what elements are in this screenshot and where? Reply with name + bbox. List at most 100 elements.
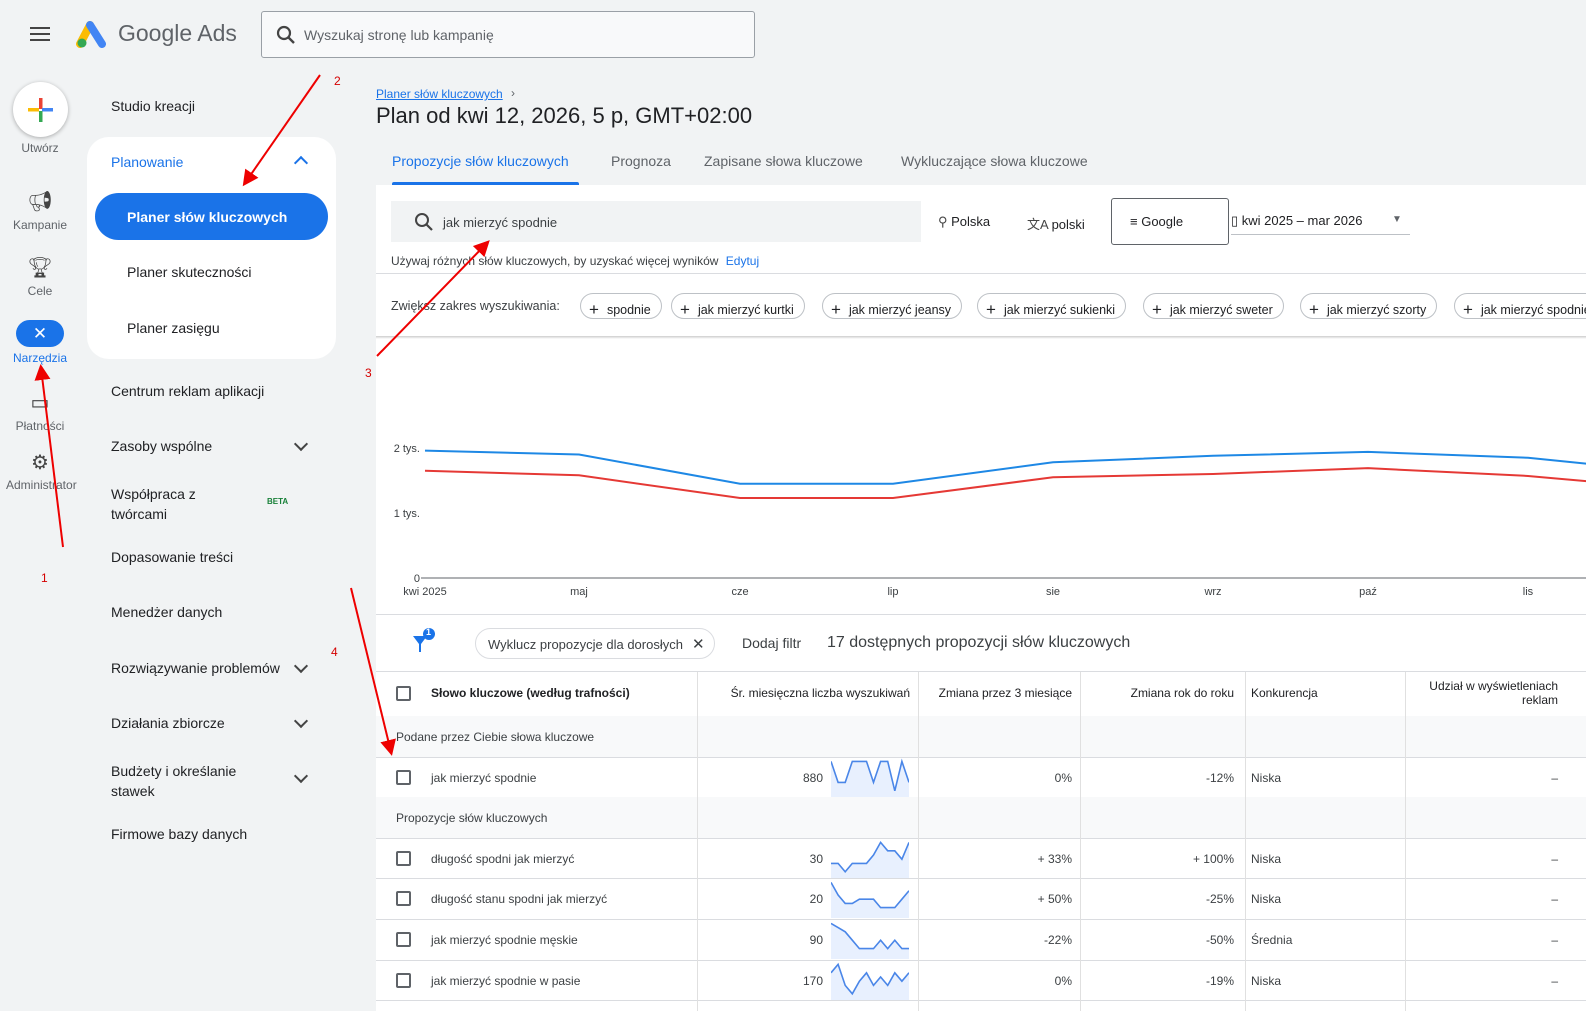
divider (376, 614, 1586, 615)
plus-icon: + (1463, 300, 1473, 319)
chip-label: jak mierzyć kurtki (697, 303, 794, 317)
y-tick-label: 2 tys. (394, 443, 420, 455)
chevron-down-icon[interactable] (293, 713, 309, 729)
nav-studio[interactable]: Studio kreacji (111, 98, 195, 114)
tab-saved-keywords[interactable]: Zapisane słowa kluczowe (704, 153, 863, 169)
tab-negative-keywords[interactable]: Wykluczające słowa kluczowe (901, 153, 1088, 169)
nav-app-ads[interactable]: Centrum reklam aplikacji (111, 383, 264, 399)
rail-billing[interactable]: ▭ Płatności (0, 391, 80, 433)
header-avg-searches[interactable]: Śr. miesięczna liczba wyszukiwań (697, 686, 910, 700)
trend-sparkline (831, 758, 909, 797)
rail-admin[interactable]: ⚙ Administrator (0, 451, 80, 492)
menu-icon[interactable] (30, 27, 50, 41)
chip-label: jak mierzyć szorty (1326, 303, 1427, 317)
keyword-search-value: jak mierzyć spodnie (443, 215, 558, 230)
nav-data-manager[interactable]: Menedżer danych (111, 604, 222, 620)
translate-icon: 文A (1027, 217, 1052, 232)
chip-label: spodnie (606, 303, 651, 317)
search-icon (276, 25, 295, 44)
nav-troubleshooting[interactable]: Rozwiązywanie problemów (111, 660, 280, 676)
adult-filter-chip[interactable]: Wyklucz propozycje dla dorosłych ✕ (475, 628, 715, 659)
suggestion-chip[interactable]: + jak mierzyć jeansy (822, 293, 963, 319)
location-value: Polska (951, 214, 991, 229)
global-search-input[interactable]: Wyszukaj stronę lub kampanię (261, 11, 755, 58)
row-checkbox[interactable] (396, 851, 411, 866)
results-count: 17 dostępnych propozycji słów kluczowych (827, 634, 1131, 651)
annotation-label-1: 1 (41, 571, 48, 585)
suggestion-chip[interactable]: + jak mierzyć sweter (1143, 293, 1284, 319)
rail-campaigns[interactable]: 📢︎ Kampanie (0, 190, 80, 232)
nav-budgets[interactable]: Budżety i określanie stawek (111, 761, 261, 801)
search-volume-chart: 0 1 tys. 2 tys. kwi 2025 maj cze lip sie wrz paź l… (394, 443, 1586, 598)
header-3m-change[interactable]: Zmiana przez 3 miesiące (918, 686, 1072, 700)
add-filter-button[interactable]: Dodaj filtr (742, 635, 801, 651)
yoy-change-cell: + 100% (1192, 852, 1234, 866)
calendar-icon: ▯ (1231, 213, 1242, 228)
create-button[interactable] (13, 82, 68, 137)
suggestion-chip[interactable]: + jak mierzyć sukienki (977, 293, 1127, 319)
volume-cell: 880 (802, 771, 823, 785)
rail-tools[interactable]: ✕ Narzędzia (0, 320, 80, 365)
nav-business-data[interactable]: Firmowe bazy danych (111, 826, 247, 842)
yoy-change-cell: -12% (1205, 771, 1234, 785)
impression-share-cell: – (1551, 771, 1558, 785)
date-range-selector[interactable]: ▯ kwi 2025 – mar 2026 ▼ (1231, 213, 1410, 235)
header-yoy-change[interactable]: Zmiana rok do roku (1080, 686, 1234, 700)
competition-cell: Niska (1251, 771, 1282, 785)
nav-planning[interactable]: Planowanie (111, 154, 183, 170)
search-placeholder: Wyszukaj stronę lub kampanię (304, 27, 494, 43)
suggestion-chip[interactable]: + spodnie (580, 293, 662, 319)
row-checkbox[interactable] (396, 973, 411, 988)
row-checkbox[interactable] (396, 932, 411, 947)
competition-cell: Średnia (1251, 933, 1293, 947)
tab-forecast[interactable]: Prognoza (611, 153, 671, 169)
tab-keyword-ideas[interactable]: Propozycje słów kluczowych (392, 153, 569, 169)
3m-change-cell: 0% (1054, 771, 1072, 785)
row-checkbox[interactable] (396, 891, 411, 906)
rail-label: Cele (27, 284, 53, 298)
app-name: Google Ads (118, 20, 237, 46)
rail-goals[interactable]: 🏆︎ Cele (0, 256, 80, 298)
rail-label: Płatności (15, 419, 65, 433)
header-competition[interactable]: Konkurencja (1251, 686, 1318, 700)
header-keyword[interactable]: Słowo kluczowe (według trafności) (431, 686, 630, 700)
location-selector[interactable]: ⚲ Polska (938, 214, 990, 230)
suggestion-chip[interactable]: + jak mierzyć spodnie (1454, 293, 1586, 319)
language-selector[interactable]: 文A polski (1027, 214, 1085, 233)
language-value: polski (1051, 217, 1085, 232)
trend-sparkline (831, 922, 909, 959)
keyword-search-input[interactable]: jak mierzyć spodnie (391, 201, 921, 242)
header-impression-share[interactable]: Udział w wyświetleniach reklam (1405, 679, 1558, 707)
x-tick-label: sie (1046, 586, 1060, 598)
dropdown-arrow-icon: ▼ (1392, 214, 1402, 225)
select-all-checkbox[interactable] (396, 686, 411, 701)
page-title: Plan od kwi 12, 2026, 5 p, GMT+02:00 (376, 103, 753, 128)
hint-text: Używaj różnych słów kluczowych, by uzysk… (391, 254, 719, 268)
x-tick-label: lip (887, 586, 898, 598)
chevron-down-icon[interactable] (293, 768, 309, 784)
nav-reach-planner[interactable]: Planer zasięgu (127, 320, 220, 336)
nav-content-suitability[interactable]: Dopasowanie treści (111, 549, 233, 565)
close-icon[interactable]: ✕ (692, 635, 705, 653)
suggestion-chip[interactable]: + jak mierzyć szorty (1300, 293, 1438, 319)
filter-button[interactable]: 1 (411, 627, 439, 659)
volume-cell: 170 (802, 974, 823, 988)
plus-icon: + (986, 300, 996, 319)
chevron-down-icon[interactable] (293, 658, 309, 674)
edit-link[interactable]: Edytuj (726, 254, 759, 268)
nav-shared-library[interactable]: Zasoby wspólne (111, 438, 212, 454)
gear-icon: ⚙ (31, 452, 49, 474)
x-tick-label: lis (1523, 586, 1534, 598)
chevron-down-icon[interactable] (293, 436, 309, 452)
row-checkbox[interactable] (396, 770, 411, 785)
network-selector[interactable]: ≡ Google (1111, 198, 1229, 245)
nav-performance-planner[interactable]: Planer skuteczności (127, 264, 252, 280)
breadcrumb[interactable]: Planer słów kluczowych (376, 87, 503, 101)
nav-creators[interactable]: Współpraca z twórcami (111, 484, 221, 524)
x-tick-label: maj (570, 586, 588, 598)
chip-label: jak mierzyć jeansy (848, 303, 952, 317)
chip-label: jak mierzyć sukienki (1003, 303, 1116, 317)
impression-share-cell: – (1551, 852, 1558, 866)
suggestion-chip[interactable]: + jak mierzyć kurtki (671, 293, 805, 319)
nav-bulk-actions[interactable]: Działania zbiorcze (111, 715, 225, 731)
